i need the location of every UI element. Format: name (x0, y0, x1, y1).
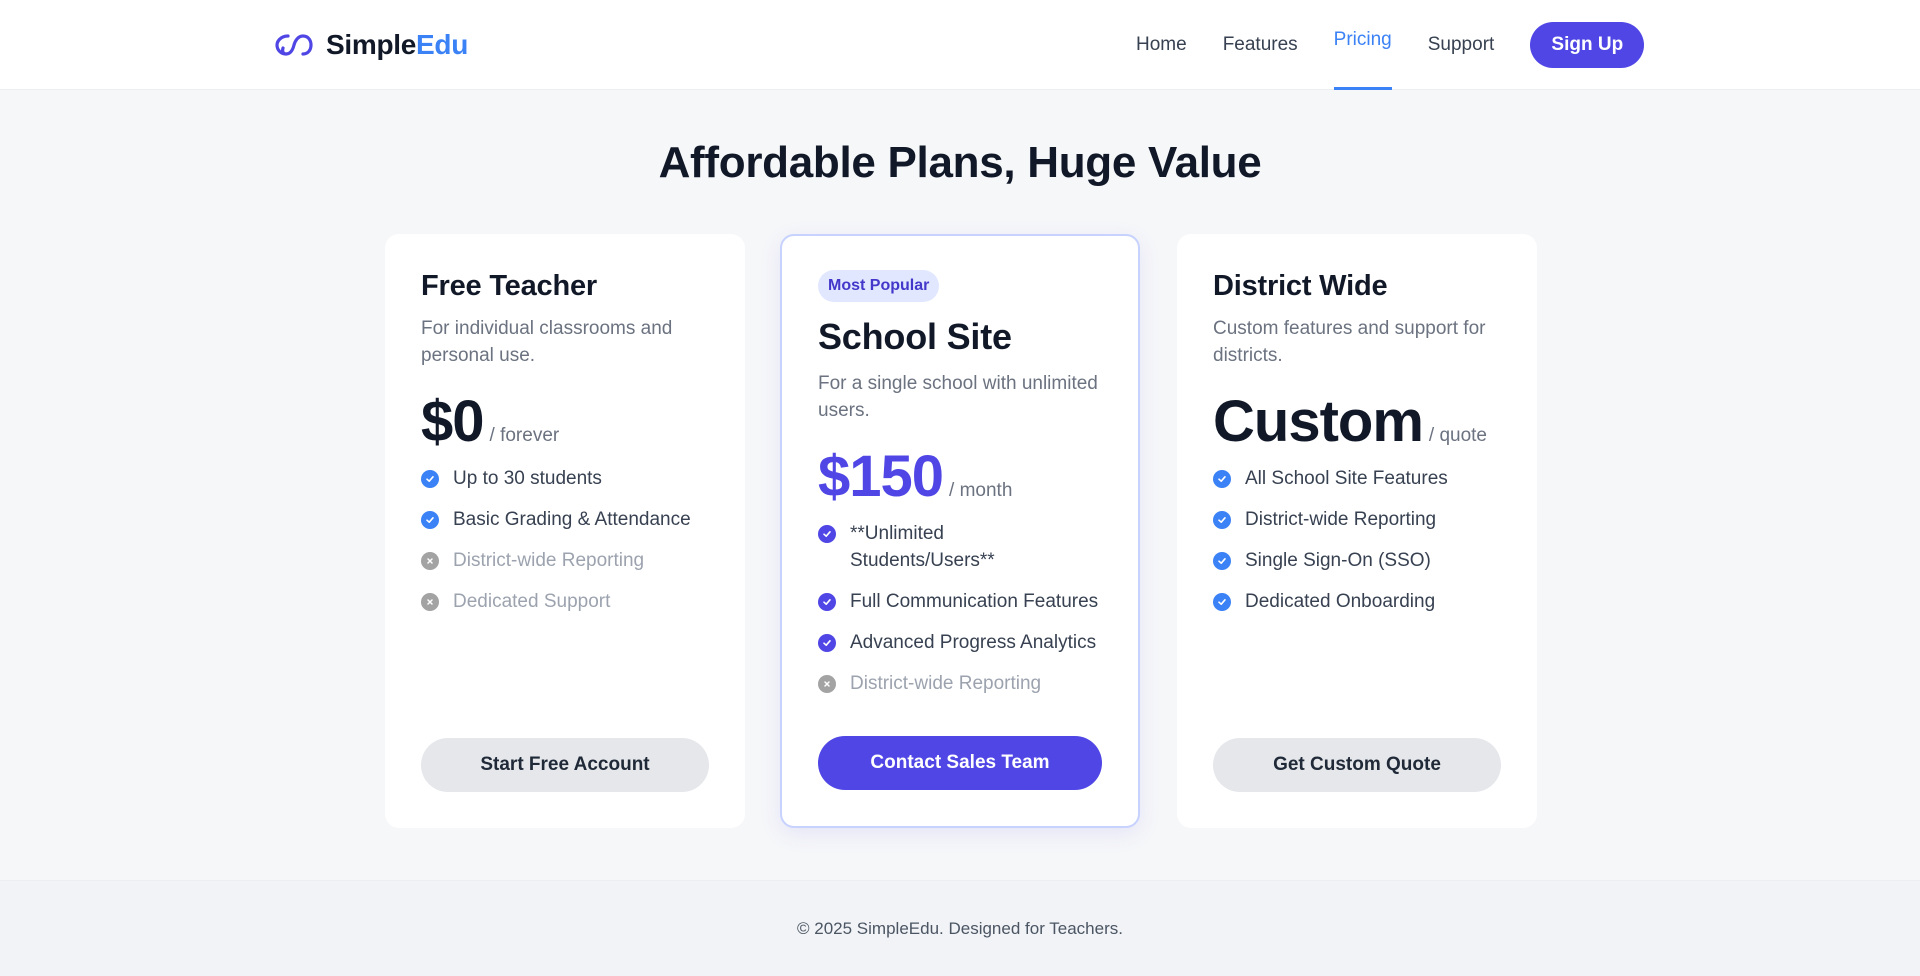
feature-item: **Unlimited Students/Users** (818, 520, 1102, 574)
site-header: SimpleEdu Home Features Pricing Support … (0, 0, 1920, 90)
feature-item: Basic Grading & Attendance (421, 506, 709, 533)
nav-home[interactable]: Home (1136, 0, 1187, 90)
get-custom-quote-button[interactable]: Get Custom Quote (1213, 738, 1501, 792)
site-footer: © 2025 SimpleEdu. Designed for Teachers. (0, 880, 1920, 976)
check-circle-icon (818, 634, 836, 652)
feature-text: Single Sign-On (SSO) (1245, 550, 1431, 571)
contact-sales-team-button[interactable]: Contact Sales Team (818, 736, 1102, 790)
feature-item: Single Sign-On (SSO) (1213, 547, 1501, 574)
plan-price: Custom (1213, 389, 1424, 454)
nav-features[interactable]: Features (1223, 0, 1298, 90)
logo-icon (275, 34, 313, 56)
plan-name: District Wide (1213, 270, 1388, 302)
feature-item: District-wide Reporting (818, 670, 1102, 697)
x-circle-icon (421, 593, 439, 611)
most-popular-badge: Most Popular (818, 270, 940, 302)
feature-item: Up to 30 students (421, 465, 709, 492)
check-circle-icon (421, 511, 439, 529)
feature-list: Up to 30 students Basic Grading & Attend… (421, 465, 709, 615)
feature-text: District-wide Reporting (1245, 509, 1437, 530)
brand-main: Simple (326, 29, 417, 60)
feature-text: **Unlimited Students/Users** (850, 523, 995, 571)
price-row: Custom / quote (1213, 391, 1501, 453)
feature-text: Basic Grading & Attendance (453, 509, 691, 530)
page-title: Affordable Plans, Huge Value (658, 138, 1262, 187)
sign-up-button[interactable]: Sign Up (1530, 22, 1645, 68)
nav-support[interactable]: Support (1428, 0, 1495, 90)
plan-period: / quote (1428, 425, 1487, 446)
plan-period: / forever (489, 425, 560, 446)
plan-description: Custom features and support for district… (1213, 318, 1486, 366)
feature-text: Dedicated Onboarding (1245, 591, 1436, 612)
feature-text: District-wide Reporting (453, 550, 645, 571)
plan-description: For individual classrooms and personal u… (421, 318, 673, 366)
brand-logo[interactable]: SimpleEdu (274, 25, 468, 65)
plan-name: School Site (818, 316, 1012, 357)
feature-item: District-wide Reporting (421, 547, 709, 574)
start-free-account-button[interactable]: Start Free Account (421, 738, 709, 792)
feature-list: **Unlimited Students/Users** Full Commun… (818, 520, 1102, 697)
plan-card-free-teacher: Free Teacher For individual classrooms a… (385, 234, 745, 828)
feature-text: Full Communication Features (850, 591, 1099, 612)
feature-item: Full Communication Features (818, 588, 1102, 615)
feature-text: Up to 30 students (453, 468, 602, 489)
plan-period: / month (949, 480, 1013, 501)
feature-text: Advanced Progress Analytics (850, 632, 1097, 653)
plan-description: For a single school with unlimited users… (818, 373, 1098, 421)
feature-list: All School Site Features District-wide R… (1213, 465, 1501, 615)
x-circle-icon (421, 552, 439, 570)
plan-name: Free Teacher (421, 270, 597, 302)
x-circle-icon (818, 675, 836, 693)
price-row: $150 / month (818, 446, 1102, 508)
feature-text: All School Site Features (1245, 468, 1448, 489)
feature-item: All School Site Features (1213, 465, 1501, 492)
feature-item: District-wide Reporting (1213, 506, 1501, 533)
plan-card-school-site: Most Popular School Site For a single sc… (780, 234, 1140, 828)
plan-price: $150 (818, 444, 944, 509)
feature-text: Dedicated Support (453, 591, 611, 612)
feature-item: Dedicated Support (421, 588, 709, 615)
feature-item: Dedicated Onboarding (1213, 588, 1501, 615)
main-nav: Home Features Pricing Support Sign Up (1136, 0, 1645, 90)
brand-name: SimpleEdu (326, 29, 468, 61)
footer-copyright: © 2025 SimpleEdu. Designed for Teachers. (797, 918, 1123, 938)
check-circle-icon (1213, 552, 1231, 570)
check-circle-icon (1213, 470, 1231, 488)
check-circle-icon (421, 470, 439, 488)
feature-item: Advanced Progress Analytics (818, 629, 1102, 656)
brand-accent: Edu (416, 29, 468, 60)
check-circle-icon (1213, 593, 1231, 611)
plan-card-district-wide: District Wide Custom features and suppor… (1177, 234, 1537, 828)
check-circle-icon (1213, 511, 1231, 529)
check-circle-icon (818, 593, 836, 611)
price-row: $0 / forever (421, 391, 709, 453)
check-circle-icon (818, 525, 836, 543)
feature-text: District-wide Reporting (850, 673, 1042, 694)
nav-pricing[interactable]: Pricing (1333, 0, 1392, 90)
plan-price: $0 (421, 389, 485, 454)
